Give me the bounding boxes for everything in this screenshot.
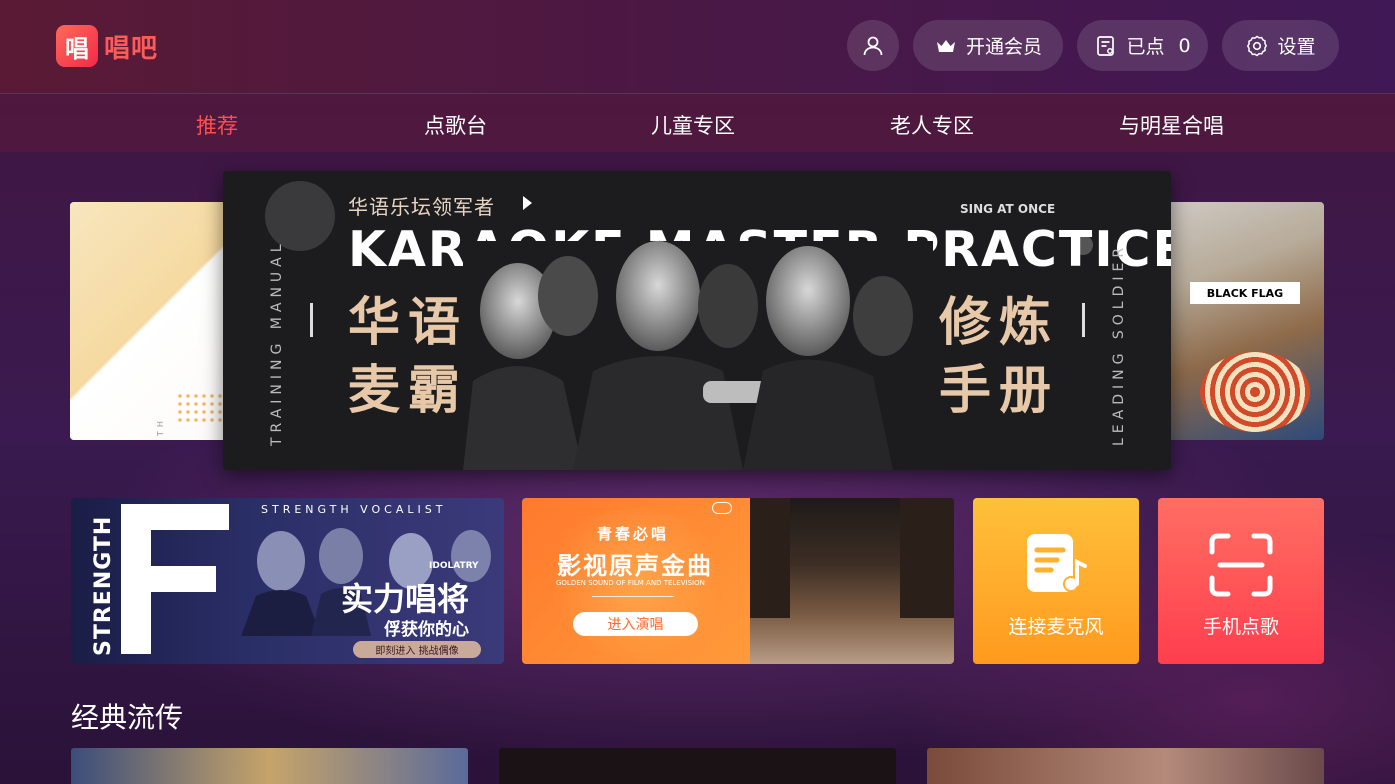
snowy-street-photo [750,498,954,664]
queue-count: 0 [1178,34,1191,57]
letter-f-graphic [121,504,229,654]
queue-label: 已点 [1126,36,1165,58]
settings-button[interactable]: 设置 [1222,20,1339,71]
banner-right-heading-2: 手册 [939,361,1060,421]
vip-label: 开通会员 [965,36,1042,58]
soundtrack-english: GOLDEN SOUND OF FILM AND TELEVISION [556,579,705,587]
divider-line [592,596,674,597]
divider-bar [310,303,313,337]
decor-toggle [712,502,732,514]
decor-dots [176,392,222,422]
soundtrack-small-text: 青春必唱 [597,525,670,543]
record-sleeve-label: BLACK FLAG [1190,282,1300,304]
nav-item-elderly[interactable]: 老人专区 [890,110,974,140]
gear-icon [1247,35,1268,56]
strength-top-text: STRENGTH VOCALIST [261,503,447,516]
nav-item-recommend[interactable]: 推荐 [196,110,238,140]
connect-mic-label: 连接麦克风 [1008,616,1104,638]
settings-label: 设置 [1277,36,1316,58]
singers-photo [463,241,933,470]
vip-button[interactable]: 开通会员 [913,20,1063,71]
banner-right-vertical-text: LEADING SOLDIER [1111,242,1127,446]
logo-icon: 唱 [56,25,98,67]
strength-vertical-text: STRENGTH [91,515,116,656]
strength-vocalist-card[interactable]: STRENGTH STRENGTH VOCALIST IDOLATRY 实力唱将… [71,498,504,664]
phone-song-tile[interactable]: 手机点歌 [1158,498,1324,664]
song-list-icon [1097,35,1115,56]
banner-left-heading-1: 华语 [348,293,469,353]
building-shape [750,498,790,618]
banner-left-vertical-text: TRAINING MANUAL [269,239,285,446]
main-nav: 推荐 点歌台 儿童专区 老人专区 与明星合唱 [0,94,1395,152]
banner-tag: SING AT ONCE [960,202,1056,216]
connect-mic-tile[interactable]: 连接麦克风 [973,498,1139,664]
banner-subtitle: 华语乐坛领军者 [348,195,495,219]
classic-card[interactable] [71,748,468,784]
nav-item-kids[interactable]: 儿童专区 [651,110,735,140]
app-logo: 唱 唱吧 [56,25,158,67]
soundtrack-card[interactable]: 青春必唱 影视原声金曲 GOLDEN SOUND OF FILM AND TEL… [522,498,954,664]
building-shape [900,498,954,618]
soundtrack-left-panel: 青春必唱 影视原声金曲 GOLDEN SOUND OF FILM AND TEL… [522,498,750,664]
play-arrow-icon [523,196,532,210]
crown-icon [936,39,955,52]
soundtrack-title: 影视原声金曲 [557,552,713,580]
nav-item-song-station[interactable]: 点歌台 [424,110,487,140]
soundtrack-enter-button[interactable]: 进入演唱 [573,612,698,636]
phone-song-label: 手机点歌 [1202,616,1279,638]
nav-item-star-duet[interactable]: 与明星合唱 [1119,110,1224,140]
banner-prev-card[interactable]: BLUETOOTH [70,202,240,440]
main-banner[interactable]: 华语乐坛领军者 SING AT ONCE KARAOKE MASTER PRAC… [223,171,1171,470]
header: 唱 唱吧 开通会员 已点 0 设置 [0,0,1395,93]
divider-bar [1082,303,1085,337]
user-icon [863,36,883,55]
music-note-icon [1027,534,1087,592]
banner-next-card[interactable]: BLACK FLAG [1160,202,1324,440]
strength-subtitle: 俘获你的心 [384,620,469,640]
classic-card[interactable] [927,748,1324,784]
strength-title: 实力唱将 [341,580,470,618]
banner-right-heading-1: 修炼 [939,293,1060,353]
scan-icon [1209,533,1273,597]
logo-text: 唱吧 [104,33,159,64]
idolatry-text: IDOLATRY [429,561,479,571]
banner-prev-text: BLUETOOTH [156,417,165,440]
record-art [1200,352,1310,432]
classic-card[interactable] [499,748,896,784]
strength-enter-pill[interactable]: 即刻进入 挑战偶像 [353,641,481,658]
queue-button[interactable]: 已点 0 [1077,20,1208,71]
banner-left-heading-2: 麦霸 [348,361,469,421]
profile-button[interactable] [847,20,899,71]
section-title: 经典流传 [71,701,184,734]
